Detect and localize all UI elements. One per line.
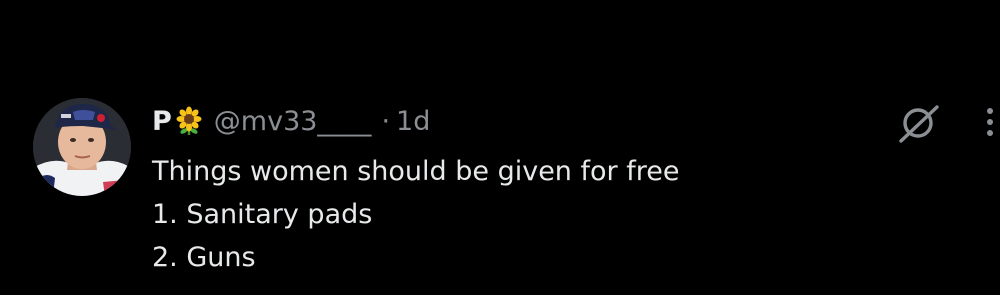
tweet[interactable]: P @mv33____ · 1d Things women should be … [0, 0, 1000, 295]
grok-icon[interactable] [897, 103, 941, 143]
tweet-text-line: 1. Sanitary pads [152, 199, 373, 230]
user-handle[interactable]: @mv33____ [214, 106, 372, 137]
tweet-header: P @mv33____ · 1d [152, 102, 430, 140]
avatar-image [33, 98, 131, 196]
display-name[interactable]: P [152, 106, 172, 137]
more-options-icon[interactable] [983, 104, 997, 140]
tweet-text: Things women should be given for free 1.… [152, 150, 679, 279]
sunflower-icon [174, 106, 204, 136]
tweet-text-line: Things women should be given for free [152, 156, 680, 187]
timestamp[interactable]: 1d [396, 106, 430, 137]
separator-dot: · [381, 105, 391, 137]
avatar[interactable] [33, 98, 131, 196]
tweet-text-line: 2. Guns [152, 242, 256, 273]
